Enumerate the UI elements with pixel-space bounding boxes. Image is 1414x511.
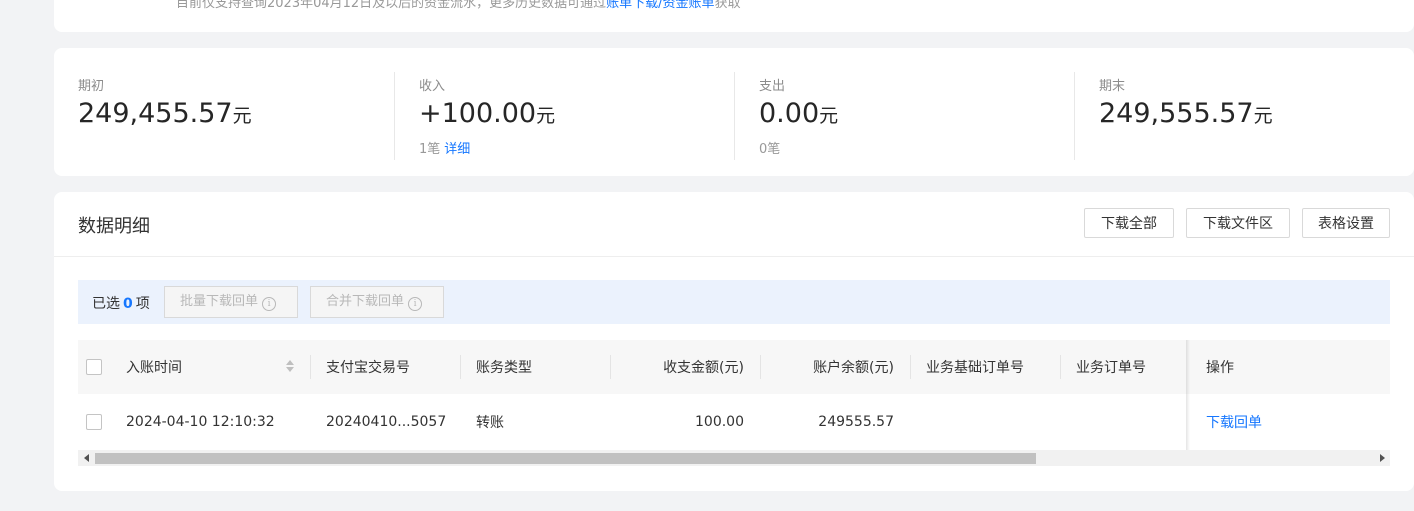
row-select-cell bbox=[86, 394, 104, 450]
header-time-label: 入账时间 bbox=[126, 360, 182, 376]
selected-count: 0 bbox=[123, 296, 133, 312]
summary-expense: 支出 0.00元 0笔 bbox=[734, 72, 1075, 160]
batch-download-receipt-button[interactable]: 批量下载回单 i bbox=[164, 286, 298, 318]
income-unit: 元 bbox=[536, 105, 556, 127]
table-settings-button[interactable]: 表格设置 bbox=[1302, 208, 1390, 238]
selected-count-label: 已选 0 项 bbox=[92, 293, 150, 313]
cell-time: 2024-04-10 12:10:32 bbox=[126, 414, 275, 430]
header-base-order: 业务基础订单号 bbox=[926, 360, 1024, 376]
select-all-checkbox[interactable] bbox=[86, 359, 102, 375]
header-order: 业务订单号 bbox=[1076, 360, 1146, 376]
table-header: 入账时间 支付宝交易号 账务类型 收支金额(元) 账户余额(元) 业务基础订单号… bbox=[78, 340, 1390, 394]
bill-download-link[interactable]: 账单下载/资金账单 bbox=[606, 0, 714, 11]
scroll-left-arrow-icon[interactable] bbox=[84, 454, 89, 462]
closing-unit: 元 bbox=[1253, 105, 1273, 127]
cell-type: 转账 bbox=[476, 415, 504, 431]
cell-base-order bbox=[926, 394, 1060, 450]
opening-value: 249,455.57元 bbox=[78, 98, 252, 129]
income-count: 1笔 bbox=[419, 142, 441, 157]
opening-label: 期初 bbox=[78, 79, 105, 94]
income-amount: +100.00 bbox=[419, 98, 537, 129]
summary-card: 期初 249,455.57元 收入 +100.00元 1笔 详细 支出 0.00元… bbox=[54, 48, 1414, 176]
closing-amount: 249,555.57 bbox=[1099, 98, 1254, 129]
scrollbar-thumb[interactable] bbox=[95, 453, 1036, 464]
horizontal-scrollbar[interactable] bbox=[78, 450, 1390, 466]
selection-bar: 已选 0 项 批量下载回单 i 合并下载回单 i bbox=[78, 280, 1390, 324]
notice-text-before: 目前仅支持查询2023年04月12日及以后的资金流水，更多历史数据可通过 bbox=[176, 0, 607, 11]
selected-suffix: 项 bbox=[135, 296, 150, 312]
fixed-column-shadow bbox=[1186, 340, 1190, 450]
merge-download-label: 合并下载回单 bbox=[326, 294, 405, 309]
header-balance: 账户余额(元) bbox=[813, 360, 894, 376]
header-action: 操作 bbox=[1206, 360, 1234, 376]
notice-card: 目前仅支持查询2023年04月12日及以后的资金流水，更多历史数据可通过账单下载… bbox=[54, 0, 1414, 32]
closing-label: 期末 bbox=[1099, 79, 1126, 94]
selected-prefix: 已选 bbox=[92, 296, 120, 312]
header-amount: 收支金额(元) bbox=[663, 360, 744, 376]
scroll-right-arrow-icon[interactable] bbox=[1380, 454, 1385, 462]
income-sub: 1笔 详细 bbox=[419, 138, 470, 157]
cell-amount: 100.00 bbox=[695, 414, 744, 430]
summary-closing: 期末 249,555.57元 bbox=[1074, 72, 1414, 160]
expense-count: 0笔 bbox=[759, 142, 781, 157]
expense-sub: 0笔 bbox=[759, 138, 780, 157]
cell-order bbox=[1076, 394, 1186, 450]
cell-trade-no: 20240410...5057 bbox=[326, 414, 447, 430]
cell-action: 下载回单 bbox=[1206, 394, 1366, 450]
batch-download-label: 批量下载回单 bbox=[180, 294, 259, 309]
row-checkbox[interactable] bbox=[86, 414, 102, 430]
opening-amount: 249,455.57 bbox=[78, 98, 233, 129]
column-divider bbox=[310, 355, 311, 379]
notice-text: 目前仅支持查询2023年04月12日及以后的资金流水，更多历史数据可通过账单下载… bbox=[176, 0, 741, 11]
detail-card: 数据明细 下载全部 下载文件区 表格设置 已选 0 项 批量下载回单 i 合并下载回单… bbox=[54, 192, 1414, 491]
header-type: 账务类型 bbox=[476, 360, 532, 376]
select-all-cell bbox=[86, 340, 104, 394]
column-divider bbox=[1060, 355, 1061, 379]
column-divider bbox=[910, 355, 911, 379]
summary-income: 收入 +100.00元 1笔 详细 bbox=[394, 72, 735, 160]
header-time[interactable]: 入账时间 bbox=[126, 340, 310, 394]
table-row: 2024-04-10 12:10:32 20240410...5057 转账 1… bbox=[78, 394, 1390, 451]
summary-opening: 期初 249,455.57元 bbox=[54, 72, 394, 160]
income-value: +100.00元 bbox=[419, 98, 555, 129]
income-label: 收入 bbox=[419, 79, 446, 94]
expense-amount: 0.00 bbox=[759, 98, 820, 129]
detail-title: 数据明细 bbox=[78, 216, 150, 237]
expense-value: 0.00元 bbox=[759, 98, 838, 129]
info-icon: i bbox=[262, 297, 277, 311]
merge-download-receipt-button[interactable]: 合并下载回单 i bbox=[310, 286, 444, 318]
download-area-button[interactable]: 下载文件区 bbox=[1186, 208, 1290, 238]
header-trade-no: 支付宝交易号 bbox=[326, 360, 410, 376]
detail-divider bbox=[54, 256, 1414, 257]
income-detail-link[interactable]: 详细 bbox=[444, 142, 470, 157]
expense-label: 支出 bbox=[759, 79, 786, 94]
sort-icon[interactable] bbox=[286, 360, 294, 374]
download-receipt-link[interactable]: 下载回单 bbox=[1206, 412, 1262, 432]
notice-text-after: 获取 bbox=[714, 0, 741, 11]
info-icon: i bbox=[408, 297, 423, 311]
transactions-table: 入账时间 支付宝交易号 账务类型 收支金额(元) 账户余额(元) 业务基础订单号… bbox=[78, 340, 1390, 467]
opening-unit: 元 bbox=[232, 105, 252, 127]
download-all-button[interactable]: 下载全部 bbox=[1084, 208, 1174, 238]
closing-value: 249,555.57元 bbox=[1099, 98, 1273, 129]
expense-unit: 元 bbox=[819, 105, 839, 127]
cell-balance: 249555.57 bbox=[818, 414, 894, 430]
column-divider bbox=[460, 355, 461, 379]
